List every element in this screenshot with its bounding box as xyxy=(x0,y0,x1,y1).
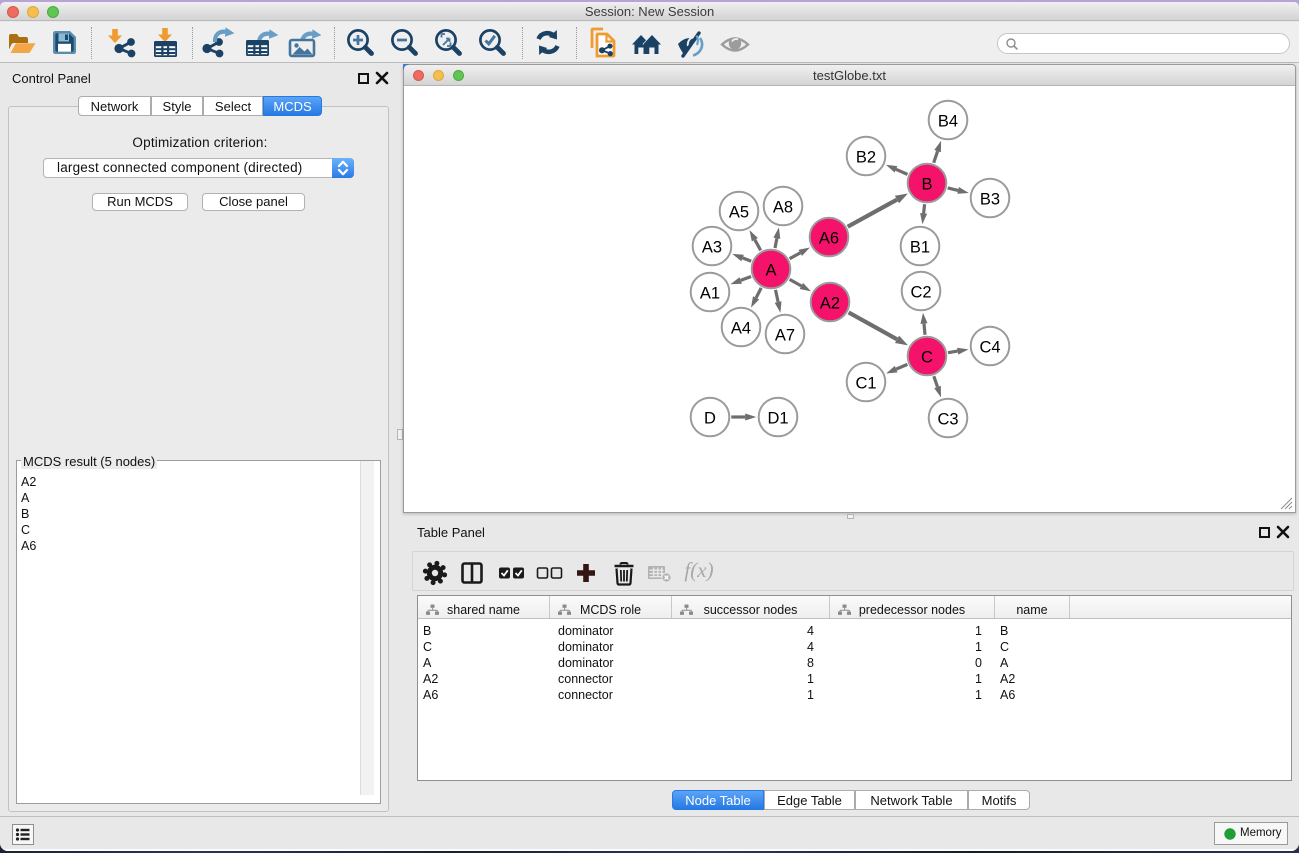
svg-text:B2: B2 xyxy=(856,149,876,167)
svg-text:B4: B4 xyxy=(938,113,958,131)
svg-text:A3: A3 xyxy=(702,239,722,257)
svg-text:A8: A8 xyxy=(773,199,793,217)
svg-text:A4: A4 xyxy=(731,320,751,338)
svg-text:C4: C4 xyxy=(979,339,1000,357)
svg-text:A: A xyxy=(765,262,776,280)
svg-text:A1: A1 xyxy=(700,285,720,303)
svg-text:B3: B3 xyxy=(980,191,1000,209)
svg-text:A2: A2 xyxy=(820,295,840,313)
svg-text:A7: A7 xyxy=(775,327,795,345)
svg-text:C1: C1 xyxy=(855,375,876,393)
svg-text:B1: B1 xyxy=(910,239,930,257)
svg-text:D: D xyxy=(704,410,716,428)
svg-text:A6: A6 xyxy=(819,230,839,248)
svg-text:B: B xyxy=(921,176,932,194)
svg-text:C: C xyxy=(921,349,933,367)
svg-text:D1: D1 xyxy=(767,410,788,428)
svg-text:A5: A5 xyxy=(729,204,749,222)
svg-text:C3: C3 xyxy=(937,411,958,429)
svg-text:C2: C2 xyxy=(910,284,931,302)
